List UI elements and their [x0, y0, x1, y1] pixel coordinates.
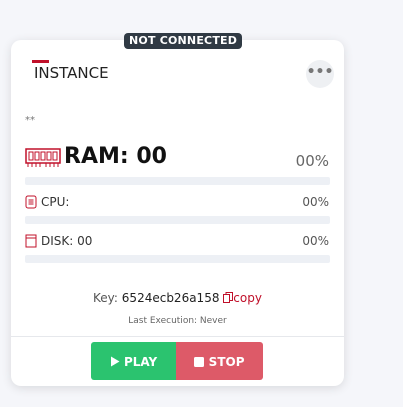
stop-button[interactable]: STOP: [176, 342, 263, 380]
instance-description: **: [25, 115, 35, 126]
key-value: 6524ecb26a158: [121, 291, 220, 305]
play-button[interactable]: PLAY: [91, 342, 176, 380]
disk-label: DISK: 00: [41, 234, 93, 248]
ram-icon: [25, 148, 61, 167]
copy-button[interactable]: copy: [223, 291, 262, 305]
name-accent: [32, 60, 49, 63]
disk-icon: [25, 234, 37, 248]
key-label: Key:: [93, 291, 118, 305]
cpu-percent: 00%: [302, 195, 329, 209]
stop-label: STOP: [208, 354, 245, 369]
last-execution: Last Execution: Never: [128, 316, 227, 326]
divider: [11, 336, 344, 337]
disk-percent: 00%: [302, 234, 329, 248]
ram-label: RAM: 00: [64, 144, 167, 169]
cpu-label: CPU:: [41, 195, 70, 209]
copy-label: copy: [233, 291, 262, 305]
disk-usage-bar: [25, 255, 330, 263]
play-icon: [110, 356, 120, 367]
play-label: PLAY: [123, 354, 158, 369]
ram-usage-bar: [25, 177, 330, 185]
stop-icon: [194, 356, 205, 367]
more-icon: •••: [306, 64, 334, 80]
status-badge: NOT CONNECTED: [124, 33, 243, 49]
cpu-usage-bar: [25, 216, 330, 224]
more-options-button[interactable]: •••: [306, 60, 334, 88]
cpu-icon: [25, 195, 37, 209]
instance-key: Key: 6524ecb26a158 copy: [11, 291, 344, 305]
instance-name: INSTANCE: [34, 64, 109, 82]
instance-card: INSTANCE ••• ** RAM: 00 00% CPU: 00% DIS…: [11, 40, 344, 386]
copy-icon: [223, 292, 234, 303]
ram-percent: 00%: [295, 152, 329, 170]
